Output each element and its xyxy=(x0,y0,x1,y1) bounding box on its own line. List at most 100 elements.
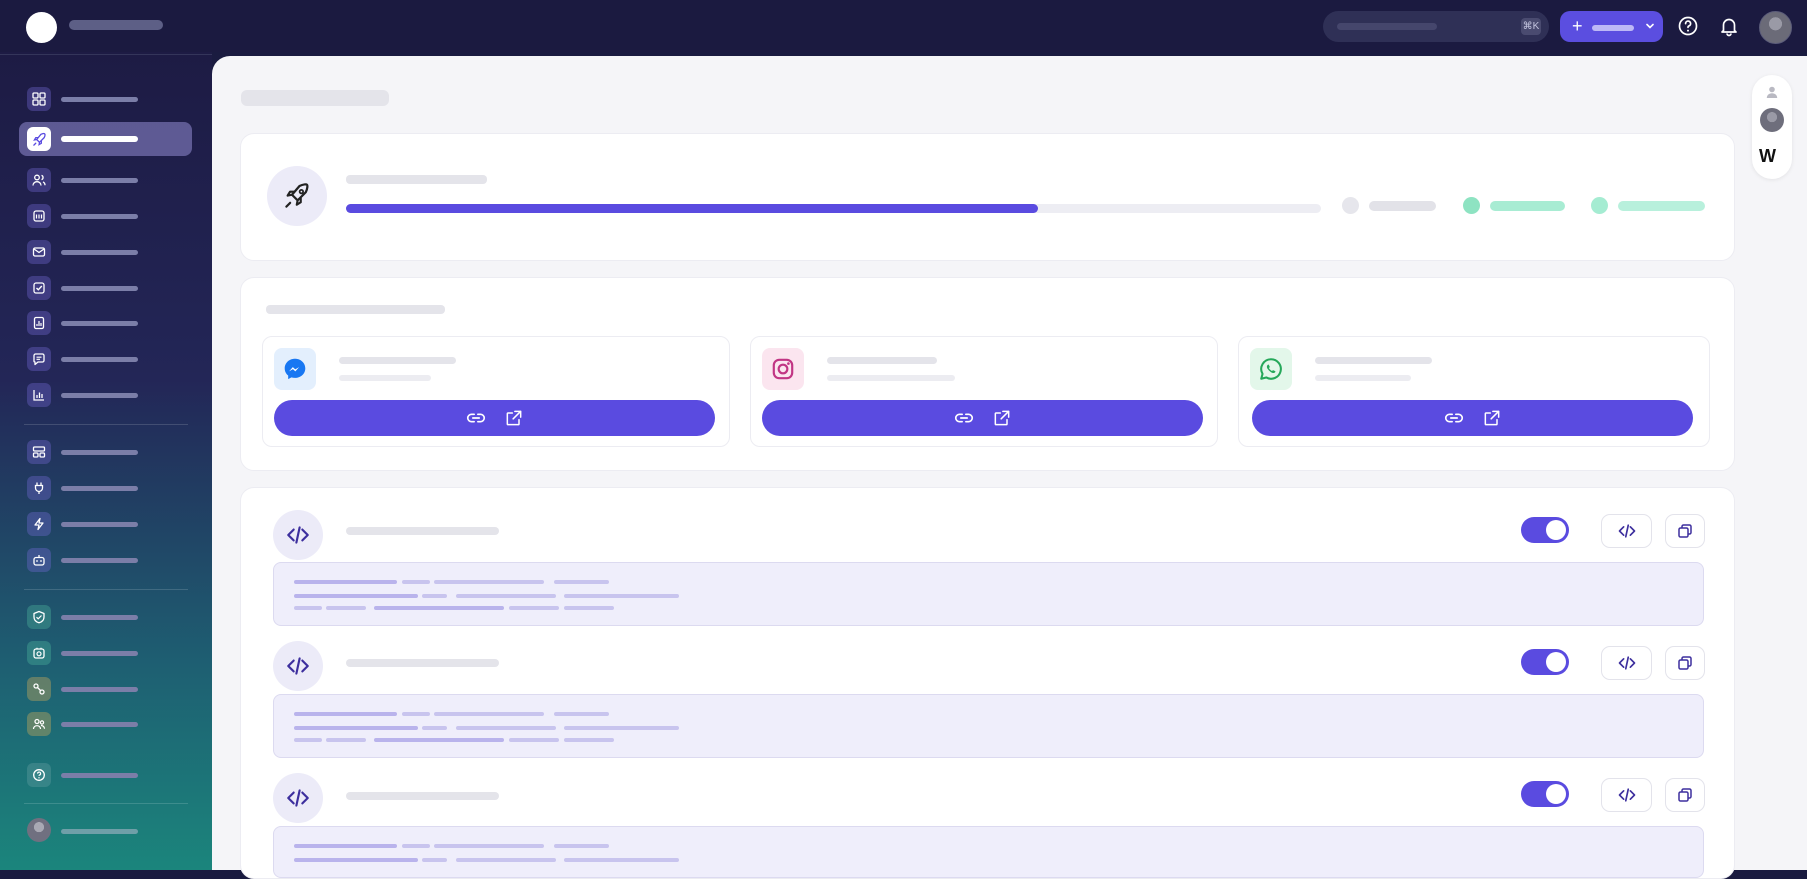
sidebar-item-media[interactable] xyxy=(19,636,192,670)
top-bar: ⌘K + xyxy=(0,0,1807,52)
calendar-icon xyxy=(27,204,51,228)
sidebar-item-label xyxy=(61,286,138,291)
search-input[interactable] xyxy=(1323,11,1519,44)
code-icon xyxy=(1618,524,1635,538)
search-shortcut: ⌘K xyxy=(1521,18,1541,35)
sidebar-item-workflows[interactable] xyxy=(19,672,192,706)
code-snippet xyxy=(273,694,1704,758)
copy-icon xyxy=(1678,524,1692,538)
chat-icon xyxy=(27,347,51,371)
sidebar-item-launch[interactable] xyxy=(19,122,192,156)
checkbox-icon xyxy=(27,276,51,300)
copy-button[interactable] xyxy=(1665,514,1705,548)
grid-icon xyxy=(27,87,51,111)
channel-subtitle xyxy=(827,375,955,381)
progress-bar xyxy=(346,204,1321,213)
sidebar-divider xyxy=(24,803,188,804)
help-icon[interactable] xyxy=(1676,14,1700,38)
sidebar-item-label xyxy=(61,214,138,219)
sidebar-item-widgets[interactable] xyxy=(19,435,192,469)
sidebar-item-contacts[interactable] xyxy=(19,163,192,197)
channel-connect-button[interactable] xyxy=(274,400,715,436)
sidebar-item-dashboard[interactable] xyxy=(19,82,192,116)
channel-title xyxy=(1315,357,1432,364)
embed-toggle[interactable] xyxy=(1521,517,1569,543)
sidebar-item-label xyxy=(61,136,138,142)
sidebar-divider xyxy=(24,424,188,425)
sidebar-item-conversations[interactable] xyxy=(19,342,192,376)
copy-button[interactable] xyxy=(1665,646,1705,680)
code-icon xyxy=(273,641,323,691)
messenger-icon xyxy=(274,348,316,390)
channel-connect-button[interactable] xyxy=(762,400,1203,436)
user-avatar[interactable] xyxy=(1759,11,1792,44)
sidebar-item-reports[interactable] xyxy=(19,306,192,340)
help-circle-icon xyxy=(27,763,51,787)
search-box[interactable]: ⌘K xyxy=(1323,11,1549,44)
link-icon[interactable] xyxy=(1443,407,1465,429)
progress-fill xyxy=(346,204,1039,213)
agent-avatar[interactable] xyxy=(1760,108,1784,132)
rocket-icon xyxy=(27,127,51,151)
sidebar-item-bots[interactable] xyxy=(19,543,192,577)
sidebar-item-calendar[interactable] xyxy=(19,199,192,233)
channel-connect-button[interactable] xyxy=(1252,400,1693,436)
profile-name xyxy=(61,829,138,834)
sidebar-item-label xyxy=(61,722,138,727)
sidebar-item-automations[interactable] xyxy=(19,507,192,541)
channel-title xyxy=(339,357,456,364)
lightning-icon xyxy=(27,512,51,536)
copy-button[interactable] xyxy=(1665,778,1705,812)
step-indicator xyxy=(1591,197,1608,214)
user-icon[interactable] xyxy=(1762,82,1782,102)
layout-icon xyxy=(27,440,51,464)
code-icon xyxy=(273,773,323,823)
embed-title xyxy=(346,527,499,535)
camera-icon xyxy=(27,641,51,665)
code-icon xyxy=(1618,656,1635,670)
create-button-label xyxy=(1592,25,1634,31)
embed-toggle[interactable] xyxy=(1521,649,1569,675)
sidebar-item-analytics[interactable] xyxy=(19,378,192,412)
external-link-icon[interactable] xyxy=(992,408,1012,428)
report-icon xyxy=(27,311,51,335)
app-logo[interactable] xyxy=(26,12,57,43)
embed-toggle[interactable] xyxy=(1521,781,1569,807)
bell-icon[interactable] xyxy=(1717,14,1741,38)
onboarding-progress-card xyxy=(240,133,1735,261)
robot-icon xyxy=(27,548,51,572)
code-snippet xyxy=(273,562,1704,626)
sidebar-item-label xyxy=(61,321,138,326)
sidebar-item-label xyxy=(61,486,138,491)
sidebar-item-label xyxy=(61,450,138,455)
instagram-icon xyxy=(762,348,804,390)
link-icon[interactable] xyxy=(465,407,487,429)
bar-chart-icon xyxy=(27,383,51,407)
view-code-button[interactable] xyxy=(1601,778,1652,812)
chevron-down-icon xyxy=(1646,23,1654,29)
code-icon xyxy=(1618,788,1635,802)
code-snippet xyxy=(273,826,1704,878)
sidebar-item-team[interactable] xyxy=(19,707,192,741)
view-code-button[interactable] xyxy=(1601,646,1652,680)
sidebar-item-inbox[interactable] xyxy=(19,235,192,269)
external-link-icon[interactable] xyxy=(504,408,524,428)
sidebar-item-label xyxy=(61,773,138,778)
sidebar-item-tasks[interactable] xyxy=(19,271,192,305)
sidebar-item-security[interactable] xyxy=(19,600,192,634)
channel-card-messenger xyxy=(262,336,730,447)
users-icon xyxy=(27,168,51,192)
sidebar-item-integrations[interactable] xyxy=(19,471,192,505)
whatsapp-icon xyxy=(1250,348,1292,390)
link-icon[interactable] xyxy=(953,407,975,429)
brand-logo-icon[interactable]: W xyxy=(1759,146,1776,167)
profile-avatar[interactable] xyxy=(27,818,51,842)
view-code-button[interactable] xyxy=(1601,514,1652,548)
app-title xyxy=(69,20,163,30)
rocket-icon xyxy=(267,166,327,226)
sidebar-item-label xyxy=(61,393,138,398)
plus-icon: + xyxy=(1572,16,1583,36)
external-link-icon[interactable] xyxy=(1482,408,1502,428)
sidebar-item-help[interactable] xyxy=(19,758,192,792)
create-button[interactable]: + xyxy=(1560,11,1663,42)
